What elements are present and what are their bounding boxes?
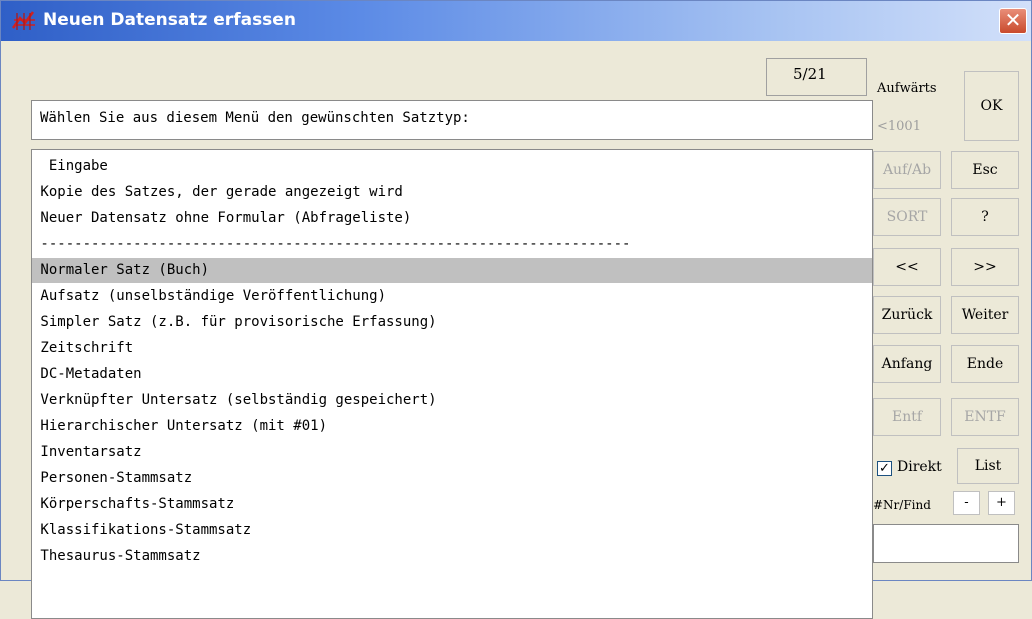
zurueck-button[interactable]: Zurück — [873, 296, 941, 334]
list-item[interactable]: Neuer Datensatz ohne Formular (Abfrageli… — [32, 206, 872, 231]
sort-button[interactable]: SORT — [873, 198, 941, 236]
next-page-button[interactable]: >> — [951, 248, 1019, 286]
direkt-checkbox[interactable]: ✓ — [877, 461, 892, 476]
list-item[interactable]: Körperschafts-Stammsatz — [32, 492, 872, 517]
minus-button[interactable]: - — [953, 491, 980, 515]
window-title: Neuen Datensatz erfassen — [43, 10, 296, 30]
ok-button[interactable]: OK — [964, 71, 1019, 141]
main-area: 5/21 Wählen Sie aus diesem Menü den gewü… — [13, 58, 873, 619]
list-item[interactable]: Klassifikations-Stammsatz — [32, 518, 872, 543]
nr-find-input[interactable] — [873, 524, 1019, 563]
weiter-button[interactable]: Weiter — [951, 296, 1019, 334]
list-item[interactable]: Verknüpfter Untersatz (selbständig gespe… — [32, 388, 872, 413]
list-item[interactable]: Simpler Satz (z.B. für provisorische Erf… — [32, 310, 872, 335]
prev-page-button[interactable]: << — [873, 248, 941, 286]
aufwaerts-label: Aufwärts — [877, 81, 937, 96]
auf-ab-button[interactable]: Auf/Ab — [873, 151, 941, 189]
list-item[interactable]: Inventarsatz — [32, 440, 872, 465]
list-item[interactable]: ----------------------------------------… — [32, 232, 872, 257]
prompt-text: Wählen Sie aus diesem Menü den gewünscht… — [31, 100, 873, 140]
list-item[interactable]: Normaler Satz (Buch) — [32, 258, 872, 283]
list-item[interactable]: Hierarchischer Untersatz (mit #01) — [32, 414, 872, 439]
close-button[interactable]: ✕ — [999, 8, 1027, 34]
record-type-list[interactable]: Eingabe Kopie des Satzes, der gerade ang… — [31, 149, 873, 619]
plus-button[interactable]: + — [988, 491, 1015, 515]
close-icon: ✕ — [1004, 8, 1022, 32]
ende-button[interactable]: Ende — [951, 345, 1019, 383]
direkt-label: Direkt — [897, 459, 942, 475]
aufwaerts-value: <1001 — [877, 119, 921, 134]
list-item[interactable]: Thesaurus-Stammsatz — [32, 544, 872, 569]
side-panel: Aufwärts <1001 OK Auf/Ab Esc SORT ? << >… — [867, 58, 1027, 578]
entf-button[interactable]: Entf — [873, 398, 941, 436]
list-item[interactable]: DC-Metadaten — [32, 362, 872, 387]
list-item[interactable]: Eingabe — [32, 154, 872, 179]
graph-icon — [11, 11, 35, 30]
list-item[interactable]: Personen-Stammsatz — [32, 466, 872, 491]
dialog-window: Neuen Datensatz erfassen ✕ 5/21 Wählen S… — [0, 0, 1032, 619]
list-button[interactable]: List — [957, 448, 1019, 484]
help-button[interactable]: ? — [951, 198, 1019, 236]
entf-upper-button[interactable]: ENTF — [951, 398, 1019, 436]
anfang-button[interactable]: Anfang — [873, 345, 941, 383]
title-bar[interactable]: Neuen Datensatz erfassen ✕ — [1, 1, 1031, 41]
list-item[interactable]: Zeitschrift — [32, 336, 872, 361]
nr-find-label: #Nr/Find — [873, 498, 931, 512]
list-item[interactable]: Kopie des Satzes, der gerade angezeigt w… — [32, 180, 872, 205]
record-counter: 5/21 — [766, 58, 867, 96]
esc-button[interactable]: Esc — [951, 151, 1019, 189]
list-item[interactable]: Aufsatz (unselbständige Veröffentlichung… — [32, 284, 872, 309]
